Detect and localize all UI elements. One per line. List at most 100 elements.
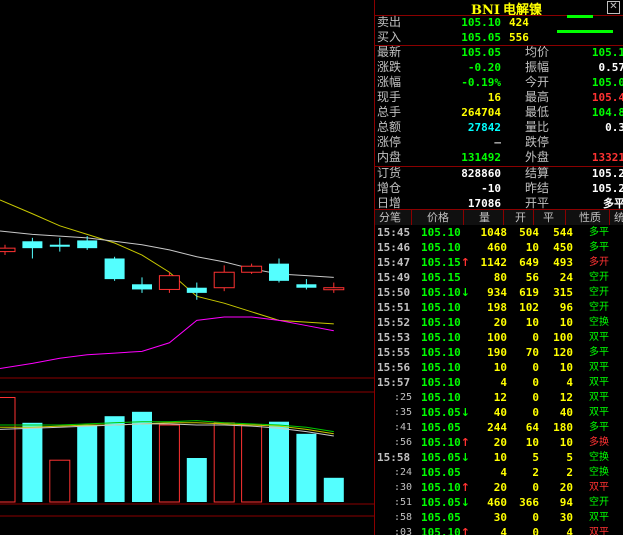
tick-row[interactable]: 15:53 105.10 100 0 100 双平 (375, 330, 623, 345)
tick-volume: 198 (487, 301, 507, 314)
tick-time: 15:45 (377, 226, 411, 239)
stat-value: 264704 (461, 106, 501, 119)
volume-bar (158, 424, 180, 503)
stat-label: 结算 (525, 166, 550, 180)
tick-open: 0 (532, 481, 539, 494)
stat-label: 涨停 (377, 135, 402, 149)
tick-row[interactable]: :56 105.10↑ 20 10 10 多换 (375, 435, 623, 450)
buy-volume: 556 (509, 31, 529, 44)
volume-bar (241, 424, 263, 503)
arrow-up-icon: ↑ (460, 526, 470, 535)
header-price[interactable]: 价格 (427, 210, 449, 225)
header-close[interactable]: 平 (543, 210, 554, 225)
stat-value: -10 (481, 182, 501, 195)
tick-price: 105.10 (421, 391, 461, 404)
kline-chart[interactable] (0, 0, 374, 535)
tick-row[interactable]: :30 105.10↑ 20 0 20 双平 (375, 480, 623, 495)
tick-time: 15:56 (377, 361, 411, 374)
tick-nature: 双平 (589, 377, 609, 388)
tick-close: 94 (559, 496, 573, 509)
tick-volume: 1142 (480, 256, 508, 269)
volume-bar (186, 458, 207, 502)
sell-price: 105.10 (461, 16, 501, 29)
header-time[interactable]: 分笔 (379, 210, 401, 225)
tick-price: 105.05 (421, 421, 461, 434)
tick-open: 56 (525, 271, 539, 284)
title-bar: BNI 电解镍 ✕ (375, 0, 623, 18)
tick-row[interactable]: :51 105.05↓ 460 366 94 空开 (375, 495, 623, 510)
tick-volume: 460 (487, 241, 507, 254)
tick-row[interactable]: :41 105.05 244 64 180 多平 (375, 420, 623, 435)
tick-volume: 10 (493, 361, 507, 374)
candle-body (213, 271, 235, 289)
tick-price: 105.05↓ (421, 406, 470, 419)
header-volume[interactable]: 量 (479, 210, 490, 225)
tick-nature: 空开 (589, 272, 609, 283)
tick-row[interactable]: 15:57 105.10 4 0 4 双平 (375, 375, 623, 390)
tick-volume: 100 (487, 331, 507, 344)
candle-body (323, 287, 345, 291)
tick-row[interactable]: :35 105.05↓ 40 0 40 双平 (375, 405, 623, 420)
tick-price: 105.10 (421, 226, 461, 239)
tick-close: 10 (559, 316, 573, 329)
candle-body (241, 265, 263, 273)
tick-close: 10 (559, 361, 573, 374)
tick-close: 180 (553, 421, 573, 434)
tick-nature: 双平 (589, 527, 609, 535)
candle-body (296, 284, 317, 288)
header-nature[interactable]: 性质 (579, 210, 601, 225)
ticks-header: 分笔 价格 量 开 平 性质 统 (375, 210, 623, 225)
ma-line-magenta (0, 316, 334, 370)
tick-price: 105.15 (421, 271, 461, 284)
header-extra[interactable]: 统 (614, 210, 623, 225)
buy-price: 105.05 (461, 31, 501, 44)
tick-open: 0 (532, 331, 539, 344)
tick-row[interactable]: :25 105.10 12 0 12 双平 (375, 390, 623, 405)
tick-nature: 空换 (589, 452, 609, 463)
stat-label: 跌停 (525, 135, 550, 149)
tick-row[interactable]: 15:46 105.10 460 10 450 多平 (375, 240, 623, 255)
stat-row: 现手 16 最高 105.4 (375, 90, 623, 105)
tick-time: 15:46 (377, 241, 411, 254)
tick-row[interactable]: :24 105.05 4 2 2 空换 (375, 465, 623, 480)
tick-row[interactable]: :58 105.05 30 0 30 双平 (375, 510, 623, 525)
tick-nature: 空换 (589, 467, 609, 478)
kline-chart-panel[interactable] (0, 0, 374, 535)
tick-row[interactable]: :03 105.10↑ 4 0 4 双平 (375, 525, 623, 535)
tick-row[interactable]: 15:58 105.05↓ 10 5 5 空换 (375, 450, 623, 465)
candle-body (77, 240, 98, 249)
tick-time: 15:50 (377, 286, 411, 299)
tick-row[interactable]: 15:51 105.10 198 102 96 空开 (375, 300, 623, 315)
stat-label: 外盘 (525, 150, 550, 164)
header-open[interactable]: 开 (515, 210, 526, 225)
tick-open: 10 (525, 316, 539, 329)
stat-value: 16 (487, 91, 501, 104)
tick-row[interactable]: 15:49 105.15 80 56 24 空开 (375, 270, 623, 285)
tick-open: 0 (532, 376, 539, 389)
sell-volume: 424 (509, 16, 529, 29)
tick-close: 5 (566, 451, 573, 464)
tick-volume: 10 (493, 451, 507, 464)
tick-row[interactable]: 15:50 105.10↓ 934 619 315 空开 (375, 285, 623, 300)
tick-nature: 双平 (589, 392, 609, 403)
tick-row[interactable]: 15:47 105.15↑ 1142 649 493 多开 (375, 255, 623, 270)
stat-row: 总额 27842 量比 0.3 (375, 120, 623, 135)
stat-label: 内盘 (377, 150, 402, 164)
volume-bar (49, 459, 71, 503)
close-icon[interactable]: ✕ (607, 1, 620, 14)
stat-value: -0.19% (461, 76, 501, 89)
tick-row[interactable]: 15:55 105.10 190 70 120 多平 (375, 345, 623, 360)
tick-price: 105.10 (421, 331, 461, 344)
tick-nature: 多换 (589, 437, 609, 448)
arrow-up-icon: ↑ (460, 481, 470, 494)
stat-label: 昨结 (525, 181, 550, 195)
tick-price: 105.10↑ (421, 436, 470, 449)
tick-row[interactable]: 15:45 105.10 1048 504 544 多平 (375, 225, 623, 240)
tick-row[interactable]: 15:52 105.10 20 10 10 空换 (375, 315, 623, 330)
tick-close: 493 (553, 256, 573, 269)
tick-time: 15:52 (377, 316, 411, 329)
volume-bar (104, 416, 125, 502)
tick-time: 15:47 (377, 256, 411, 269)
tick-row[interactable]: 15:56 105.10 10 0 10 双平 (375, 360, 623, 375)
header-separator (411, 210, 412, 225)
